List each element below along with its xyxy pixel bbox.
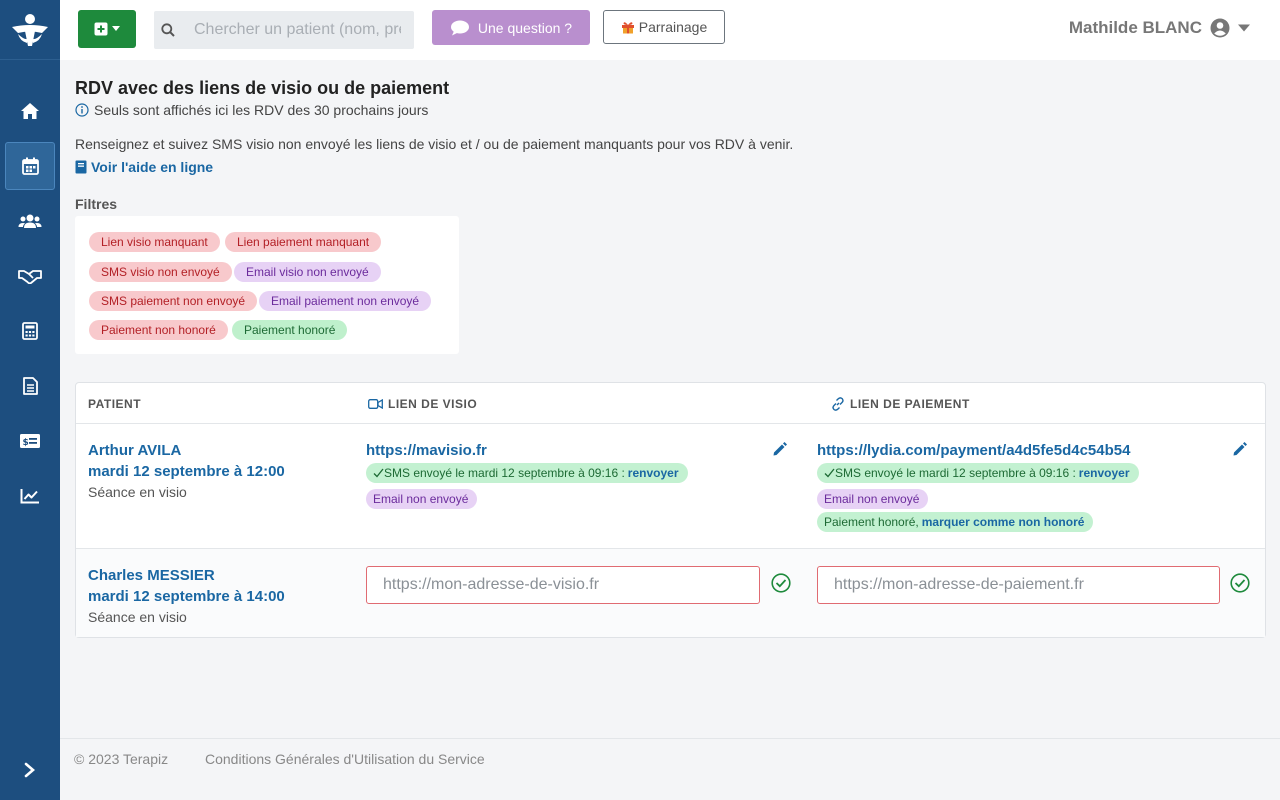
appointment-type: Séance en visio — [88, 609, 187, 625]
mark-unhonored-link[interactable]: marquer comme non honoré — [922, 515, 1085, 529]
users-icon[interactable] — [0, 197, 60, 245]
resend-payment-sms-link[interactable]: renvoyer — [1079, 466, 1130, 480]
appointment-date[interactable]: mardi 12 septembre à 12:00 — [88, 463, 285, 480]
payment-honored-status: Paiement honoré, marquer comme non honor… — [817, 512, 1094, 532]
footer: © 2023 Terapiz Conditions Générales d'Ut… — [60, 738, 1280, 800]
stats-chart-icon[interactable] — [0, 472, 60, 520]
page-subtitle: Seuls sont affichés ici les RDV des 30 p… — [75, 102, 428, 118]
visio-email-status: Email non envoyé — [366, 489, 478, 509]
check-icon — [373, 468, 384, 478]
column-header-visio: LIEN DE VISIO — [368, 397, 477, 411]
payment-email-status: Email non envoyé — [817, 489, 929, 509]
video-camera-icon — [368, 399, 383, 409]
payment-sms-status: SMS envoyé le mardi 12 septembre à 09:16… — [817, 463, 1139, 483]
link-icon — [832, 397, 844, 411]
footer-cgu-link[interactable]: Conditions Générales d'Utilisation du Se… — [205, 751, 485, 767]
parrainage-button[interactable]: Parrainage — [603, 10, 725, 44]
search-icon[interactable] — [154, 11, 181, 49]
caret-down-icon — [112, 26, 120, 31]
visio-sms-text: SMS envoyé le mardi 12 septembre à 09:16… — [384, 466, 625, 480]
visio-sms-status: SMS envoyé le mardi 12 septembre à 09:16… — [366, 463, 688, 483]
filter-chip-sms-paiement[interactable]: SMS paiement non envoyé — [89, 291, 258, 311]
parrainage-label: Parrainage — [638, 19, 708, 35]
footer-copyright: © 2023 Terapiz — [74, 751, 169, 767]
filter-chip-sms-visio[interactable]: SMS visio non envoyé — [89, 262, 232, 282]
question-button[interactable]: Une question ? — [432, 10, 590, 45]
handshake-icon[interactable] — [0, 252, 60, 300]
help-link-label: Voir l'aide en ligne — [91, 159, 214, 175]
calculator-icon[interactable] — [0, 307, 60, 355]
payment-link[interactable]: https://lydia.com/payment/a4d5fe5d4c54b5… — [817, 442, 1130, 459]
user-menu[interactable]: Mathilde BLANC — [1069, 18, 1250, 38]
page-title: RDV avec des liens de visio ou de paieme… — [75, 78, 450, 98]
payment-honored-text: Paiement honoré, — [824, 515, 919, 529]
user-name: Mathilde BLANC — [1068, 18, 1202, 37]
subtitle-text: Seuls sont affichés ici les RDV des 30 p… — [94, 102, 429, 118]
appointment-date[interactable]: mardi 12 septembre à 14:00 — [88, 588, 285, 605]
visio-link-input[interactable] — [366, 566, 760, 604]
question-label: Une question ? — [477, 19, 573, 36]
top-header: Une question ? Parrainage Mathilde BLANC — [60, 0, 1280, 60]
filters-box: Lien visio manquant Lien paiement manqua… — [75, 216, 459, 354]
column-header-patient: PATIENT — [88, 397, 142, 411]
add-button[interactable] — [78, 10, 136, 48]
app-logo-icon[interactable] — [0, 0, 60, 60]
visio-link[interactable]: https://mavisio.fr — [366, 442, 487, 459]
info-icon — [75, 103, 89, 117]
sidebar: $ — [0, 0, 60, 800]
filter-chip-paiement-non-honore[interactable]: Paiement non honoré — [89, 320, 228, 340]
table-row: Charles MESSIER mardi 12 septembre à 14:… — [76, 548, 1265, 637]
filters-label: Filtres — [75, 196, 118, 212]
confirm-check-circle-icon[interactable] — [1230, 573, 1250, 593]
caret-down-icon — [1238, 24, 1250, 32]
confirm-check-circle-icon[interactable] — [771, 573, 791, 593]
filter-chip-email-paiement[interactable]: Email paiement non envoyé — [259, 291, 432, 311]
gift-icon — [621, 22, 634, 34]
page-description: Renseignez et suivez SMS visio non envoy… — [75, 136, 794, 152]
edit-pencil-icon[interactable] — [1232, 442, 1247, 457]
expand-chevron-icon[interactable] — [0, 746, 60, 794]
column-header-paiement-label: LIEN DE PAIEMENT — [850, 397, 970, 411]
resend-visio-sms-link[interactable]: renvoyer — [628, 466, 679, 480]
payment-sms-text: SMS envoyé le mardi 12 septembre à 09:16… — [835, 466, 1076, 480]
payment-card-icon[interactable]: $ — [0, 417, 60, 465]
patient-name[interactable]: Arthur AVILA — [88, 442, 181, 459]
column-header-visio-label: LIEN DE VISIO — [388, 397, 478, 411]
table-row: Arthur AVILA mardi 12 septembre à 12:00 … — [76, 423, 1265, 549]
document-icon[interactable] — [0, 362, 60, 410]
plus-square-icon — [94, 22, 108, 36]
appointment-type: Séance en visio — [88, 484, 187, 500]
home-icon[interactable] — [0, 87, 60, 135]
filter-chip-lien-visio[interactable]: Lien visio manquant — [89, 232, 220, 252]
search-input[interactable] — [181, 11, 414, 49]
help-link[interactable]: Voir l'aide en ligne — [75, 159, 213, 175]
payment-link-input[interactable] — [817, 566, 1220, 604]
patient-name[interactable]: Charles MESSIER — [88, 567, 215, 584]
patient-search — [154, 11, 414, 49]
svg-text:$: $ — [23, 438, 29, 448]
appointments-table: PATIENT LIEN DE VISIO LIEN DE PAIEMENT A… — [75, 382, 1266, 638]
check-icon — [824, 468, 835, 478]
filter-chip-lien-paiement[interactable]: Lien paiement manquant — [225, 232, 382, 252]
edit-pencil-icon[interactable] — [772, 442, 787, 457]
filter-chip-paiement-honore[interactable]: Paiement honoré — [232, 320, 348, 340]
calendar-icon[interactable] — [5, 142, 55, 190]
user-avatar-icon — [1210, 18, 1230, 38]
book-icon — [75, 160, 87, 174]
filter-chip-email-visio[interactable]: Email visio non envoyé — [234, 262, 381, 282]
chat-bubble-icon — [450, 20, 469, 35]
column-header-paiement: LIEN DE PAIEMENT — [831, 397, 970, 411]
